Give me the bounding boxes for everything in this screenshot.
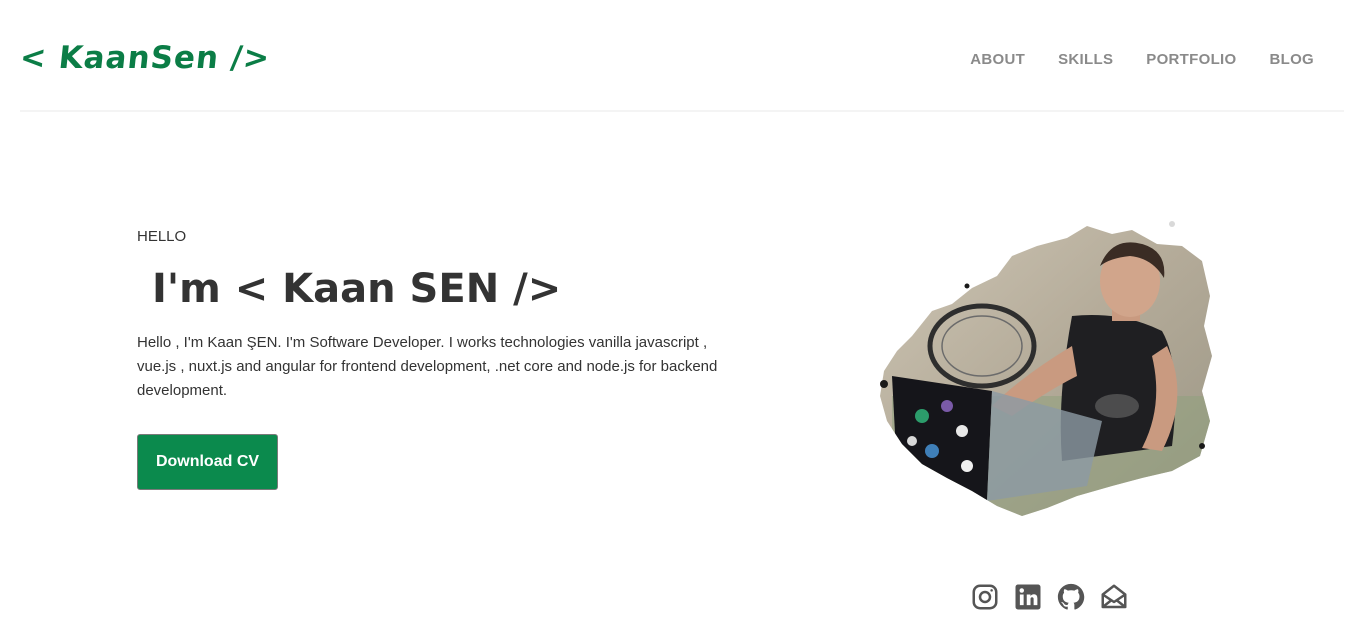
- github-icon: [1057, 583, 1085, 610]
- bio-text: Hello , I'm Kaan ŞEN. I'm Software Devel…: [137, 334, 718, 399]
- social-links: [970, 582, 1129, 612]
- headline: I'm < Kaan SEN />: [152, 266, 562, 312]
- nav-portfolio[interactable]: PORTFOLIO: [1146, 51, 1236, 68]
- main-nav: ABOUT SKILLS PORTFOLIO BLOG: [970, 51, 1314, 68]
- nav-about[interactable]: ABOUT: [970, 51, 1025, 68]
- github-link[interactable]: [1056, 582, 1086, 612]
- logo[interactable]: < KaanSen />: [18, 40, 272, 76]
- profile-photo: [880, 221, 1212, 516]
- site-header: < KaanSen /> ABOUT SKILLS PORTFOLIO BLOG: [18, 0, 1344, 112]
- instagram-icon: [972, 584, 998, 610]
- nav-blog[interactable]: BLOG: [1269, 51, 1314, 68]
- greeting: HELLO: [137, 228, 187, 245]
- linkedin-icon: [1015, 584, 1041, 610]
- download-cv-button[interactable]: Download CV: [137, 434, 278, 490]
- mail-icon: [1101, 584, 1127, 609]
- instagram-link[interactable]: [970, 582, 1000, 612]
- email-link[interactable]: [1099, 582, 1129, 612]
- linkedin-link[interactable]: [1013, 582, 1043, 612]
- nav-skills[interactable]: SKILLS: [1058, 51, 1113, 68]
